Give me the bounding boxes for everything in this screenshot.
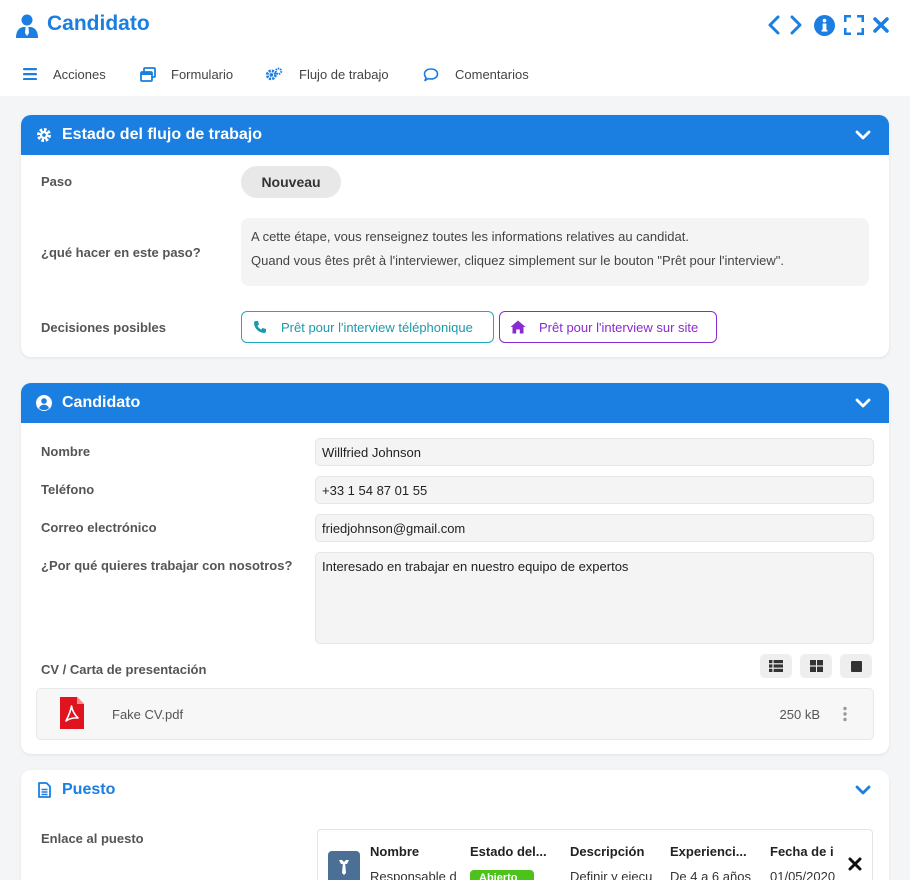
table-cell: 01/05/2020 [770,869,836,880]
step-value: Nouveau [241,166,341,198]
email-label: Correo electrónico [41,520,157,535]
table-cell: Definir y ejecu [570,869,653,880]
email-field[interactable]: friedjohnson@gmail.com [315,514,874,542]
candidate-card: Candidato Nombre Willfried Johnson Teléf… [21,383,889,754]
phone-label: Teléfono [41,482,95,497]
chevron-down-icon[interactable] [855,127,871,143]
gears-icon [265,66,283,82]
user-tie-icon [339,860,349,875]
chevron-down-icon[interactable] [855,395,871,411]
grid-view-button[interactable] [800,654,832,678]
toolbar-workflow[interactable]: Flujo de trabajo [265,66,389,82]
file-size: 250 kB [779,707,820,722]
toolbar-actions[interactable]: Acciones [21,66,106,82]
toolbar-form[interactable]: Formulario [139,66,233,82]
position-card-title: Puesto [62,781,116,798]
toolbar-form-label: Formulario [171,66,234,82]
column-header[interactable]: Descripción [570,844,660,859]
instruction-line: A cette étape, vous renseignez toutes le… [251,229,689,244]
menu-icon [21,66,39,82]
name-label: Nombre [41,444,91,459]
motivation-label: ¿Por qué quieres trabajar con nosotros? [41,558,293,573]
chevron-right-icon [790,15,802,35]
list-view-button[interactable] [760,654,792,678]
workflow-status-card: Estado del flujo de trabajo Paso Nouveau… [21,115,889,357]
name-field[interactable]: Willfried Johnson [315,438,874,466]
chevron-down-icon[interactable] [855,782,871,798]
table-cell: De 4 a 6 años [670,869,751,880]
pdf-file-icon [60,697,84,729]
decisions-label: Decisiones posibles [41,320,166,335]
document-icon [35,781,53,799]
motivation-field[interactable]: Interesado en trabajar en nuestro equipo… [315,552,874,644]
column-header[interactable]: Fecha de i [770,844,840,859]
user-tie-icon [16,14,38,38]
toolbar-comments-label: Comentarios [455,66,529,82]
toolbar-comments[interactable]: Comentarios [422,66,529,82]
candidate-card-title: Candidato [62,394,141,411]
candidate-window: Candidato Acciones Formulario Flujo de t… [0,0,910,880]
phone-interview-label: Prêt pour l'interview téléphonique [281,319,473,335]
table-cell: Responsable d [370,869,456,880]
list-icon [769,660,783,672]
close-button[interactable] [870,14,892,36]
what-to-do-label: ¿qué hacer en este paso? [41,245,201,260]
file-item[interactable]: Fake CV.pdf 250 kB [36,688,874,740]
toolbar-actions-label: Acciones [53,66,106,82]
window-icon [139,66,157,82]
position-card: Puesto Enlace al puesto Nombre Estado de… [21,770,889,880]
phone-interview-button[interactable]: Prêt pour l'interview téléphonique [241,311,494,343]
position-link-label: Enlace al puesto [41,831,144,846]
large-view-button[interactable] [840,654,872,678]
toolbar: Acciones Formulario Flujo de trabajo Com… [0,52,910,96]
chevron-left-icon [768,15,780,35]
expand-icon [844,15,864,35]
step-instructions: A cette étape, vous renseignez toutes le… [241,218,869,286]
onsite-interview-label: Prêt pour l'interview sur site [539,319,699,335]
candidate-card-header[interactable]: Candidato [21,383,889,423]
workflow-card-title: Estado del flujo de trabajo [62,126,263,143]
user-circle-icon [35,394,53,412]
step-label: Paso [41,174,73,189]
more-vertical-icon[interactable] [842,706,848,722]
onsite-interview-button[interactable]: Prêt pour l'interview sur site [499,311,717,343]
status-badge: Abierto [470,870,534,880]
info-button[interactable] [813,14,835,36]
phone-icon [252,319,268,335]
title-bar: Candidato [0,0,910,52]
position-card-header[interactable]: Puesto [21,770,889,810]
next-button[interactable] [785,14,807,36]
file-name: Fake CV.pdf [112,707,184,722]
fullscreen-button[interactable] [843,14,865,36]
gear-icon [35,126,53,144]
workflow-card-header[interactable]: Estado del flujo de trabajo [21,115,889,155]
close-icon [873,17,889,33]
grid-icon [809,660,823,672]
phone-field[interactable]: +33 1 54 87 01 55 [315,476,874,504]
toolbar-workflow-label: Flujo de trabajo [299,66,389,82]
square-icon [850,660,862,672]
column-header[interactable]: Nombre [370,844,460,859]
comment-icon [422,66,440,82]
cv-label: CV / Carta de presentación [41,662,207,677]
position-table: Nombre Estado del... Descripción Experie… [317,829,873,880]
column-header[interactable]: Experienci... [670,844,760,859]
home-icon [510,319,526,335]
info-icon [813,14,835,36]
instruction-line: Quand vous êtes prêt à l'interviewer, cl… [251,253,785,268]
column-header[interactable]: Estado del... [470,844,560,859]
close-icon[interactable] [848,857,862,871]
window-title: Candidato [47,12,150,35]
previous-button[interactable] [763,14,785,36]
job-avatar [328,851,360,880]
